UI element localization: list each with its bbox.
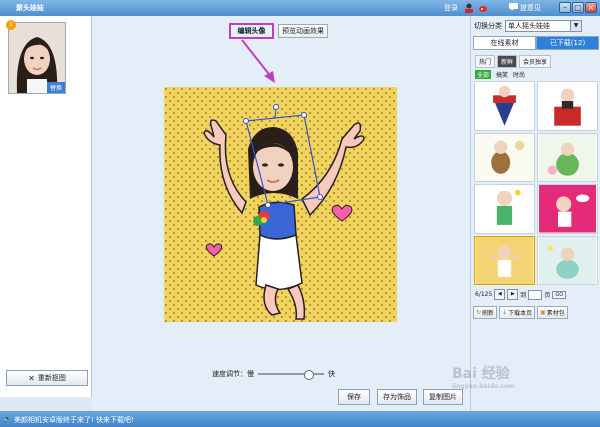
- save-as-accessory-button[interactable]: 存为饰品: [377, 389, 417, 405]
- app-title: 聚头娃娃: [16, 4, 44, 12]
- recrop-label: 重新抠图: [37, 374, 66, 382]
- save-button[interactable]: 保存: [338, 389, 370, 405]
- user-icon[interactable]: [464, 3, 474, 13]
- refresh-button[interactable]: ↻ 刷新: [473, 306, 498, 319]
- material-thumb[interactable]: [537, 184, 598, 234]
- status-bar: 🔈 美颜相机安卓版终于来了! 快来下载吧!: [0, 411, 600, 427]
- watermark: Bai 经验 jingyan.baidu.com: [452, 363, 514, 390]
- refresh-label: 刷新: [482, 310, 495, 317]
- material-thumb[interactable]: [537, 235, 598, 285]
- editor-area: 编辑头像 预览动画效果 速度调节：慢 快 保存 存为饰品 复制图片: [92, 16, 470, 411]
- material-pane: 切换分类 单人摇头娃娃 ▼ 在线素材 已下载(12) 热门 新鲜 会员独享 全部…: [470, 16, 600, 411]
- tab-online-materials[interactable]: 在线素材: [473, 36, 536, 50]
- goto-label: 到: [520, 292, 527, 299]
- material-pack-button[interactable]: ▣ 素材包: [537, 306, 568, 319]
- material-thumb-selected[interactable]: [474, 235, 535, 285]
- download-page-label: 下载本页: [508, 310, 533, 317]
- subtab-new[interactable]: 新鲜: [497, 55, 518, 68]
- rotate-handle: [273, 104, 279, 110]
- page-number-input[interactable]: [528, 289, 543, 300]
- speed-slow-label: 速度调节：慢: [212, 370, 254, 378]
- speaker-icon: 🔈: [3, 415, 12, 423]
- filter-fashion[interactable]: 时尚: [513, 70, 525, 79]
- avatar-canvas[interactable]: [164, 87, 397, 322]
- download-page-button[interactable]: ↓ 下载本页: [499, 306, 536, 319]
- subtab-vip[interactable]: 会员独享: [519, 55, 552, 68]
- chevron-down-icon: ▼: [570, 21, 581, 31]
- speed-slider[interactable]: [258, 370, 324, 380]
- material-thumb[interactable]: [474, 81, 535, 131]
- material-thumb[interactable]: [537, 132, 598, 182]
- category-row: 切换分类 单人摇头娃娃 ▼: [474, 20, 582, 32]
- download-icon: ↓: [502, 309, 508, 316]
- go-button[interactable]: GO: [552, 290, 567, 299]
- category-select[interactable]: 单人摇头娃娃 ▼: [505, 20, 582, 32]
- subtab-hot[interactable]: 热门: [475, 55, 496, 68]
- material-pack-label: 素材包: [546, 310, 565, 317]
- status-message[interactable]: 美颜相机安卓版终于来了! 快来下载吧!: [14, 415, 134, 425]
- material-thumb[interactable]: [474, 132, 535, 182]
- avatar-card[interactable]: 1 替换: [6, 20, 66, 94]
- left-pane: 1 替换 ✕ 重新抠图: [0, 16, 92, 397]
- close-x-icon: ✕: [28, 373, 35, 383]
- filter-all[interactable]: 全部: [475, 70, 492, 79]
- package-icon: ▣: [540, 309, 546, 316]
- material-thumb[interactable]: [537, 81, 598, 131]
- refresh-icon: ↻: [476, 309, 482, 316]
- feedback-link[interactable]: 提意见: [509, 3, 541, 13]
- speed-fast-label: 快: [328, 370, 335, 378]
- watermark-sub: jingyan.baidu.com: [452, 383, 515, 390]
- maximize-button[interactable]: □: [572, 2, 584, 13]
- page-indicator: 6/125: [475, 291, 493, 298]
- close-button[interactable]: ×: [585, 2, 597, 13]
- material-tools: ↻ 刷新 ↓ 下载本页 ▣ 素材包: [473, 306, 568, 319]
- minimize-button[interactable]: –: [559, 2, 571, 13]
- page-unit-label: 页: [544, 292, 551, 299]
- watermark-main: Bai 经验: [452, 366, 510, 382]
- next-page-icon[interactable]: ▶: [507, 289, 519, 300]
- weibo-icon[interactable]: [478, 3, 488, 13]
- speed-slider-knob[interactable]: [303, 370, 314, 380]
- material-thumb[interactable]: [474, 184, 535, 234]
- replace-avatar-button[interactable]: 替换: [46, 82, 65, 93]
- copy-image-button[interactable]: 复制图片: [423, 389, 463, 405]
- avatar-count-badge: 1: [6, 20, 16, 30]
- filter-funny[interactable]: 搞笑: [496, 70, 508, 79]
- material-grid: [474, 81, 598, 285]
- recrop-button[interactable]: ✕ 重新抠图: [6, 370, 88, 386]
- category-value: 单人摇头娃娃: [508, 22, 550, 30]
- material-tabs: 在线素材 已下载(12): [473, 36, 599, 50]
- speed-control: 速度调节：慢 快: [212, 369, 335, 380]
- title-bar: 聚头娃娃 登录 提意见 – □ ×: [0, 0, 600, 16]
- feedback-label: 提意见: [520, 4, 541, 12]
- category-label: 切换分类: [474, 22, 502, 30]
- prev-page-icon[interactable]: ◀: [494, 289, 506, 300]
- tab-downloaded[interactable]: 已下载(12): [536, 36, 599, 50]
- login-link[interactable]: 登录: [444, 3, 458, 13]
- sort-tabs: 热门 新鲜 会员独享: [475, 55, 552, 68]
- pagination: 6/125 ◀ ▶ 到 页 GO: [475, 289, 567, 300]
- filter-tags: 全部 搞笑 时尚: [475, 70, 525, 79]
- feedback-icon: [509, 3, 518, 13]
